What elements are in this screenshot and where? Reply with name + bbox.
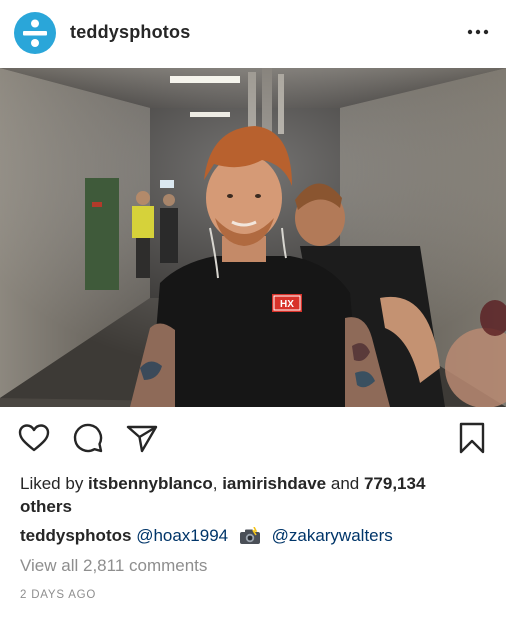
likes-and: and [326, 474, 364, 493]
comment-button[interactable] [70, 420, 106, 456]
view-all-comments-link[interactable]: View all 2,811 comments [20, 556, 207, 576]
caption-username[interactable]: teddysphotos [20, 526, 131, 545]
mention-link-1[interactable]: @hoax1994 [136, 526, 228, 545]
send-icon [126, 425, 158, 453]
post-caption: teddysphotos @hoax1994 @zakarywalters [20, 525, 490, 547]
heart-icon [18, 424, 50, 452]
post-photo[interactable]: HX [0, 68, 506, 407]
liker-link-1[interactable]: itsbennyblanco [88, 474, 213, 493]
bookmark-icon [459, 422, 485, 454]
likes-prefix: Liked by [20, 474, 89, 493]
comment-icon [73, 423, 103, 453]
share-button[interactable] [124, 420, 160, 456]
more-horizontal-icon [467, 29, 489, 35]
likes-count[interactable]: 779,134 [364, 474, 425, 493]
post-timestamp: 2 DAYS AGO [20, 589, 97, 601]
post-header: teddysphotos [0, 0, 506, 68]
avatar[interactable] [14, 12, 56, 54]
post-actions-bar [0, 418, 506, 460]
divide-symbol-icon [23, 19, 47, 47]
likes-others[interactable]: others [20, 497, 72, 516]
liker-link-2[interactable]: iamirishdave [222, 474, 326, 493]
shirt-logo-text: HX [280, 299, 294, 310]
likes-separator: , [212, 474, 223, 493]
like-button[interactable] [16, 420, 52, 456]
more-options-button[interactable] [466, 20, 490, 44]
post-username[interactable]: teddysphotos [70, 22, 190, 43]
camera-with-flash-emoji-icon [239, 527, 260, 544]
mention-link-2[interactable]: @zakarywalters [272, 526, 393, 545]
save-button[interactable] [454, 420, 490, 456]
likes-summary: Liked by itsbennyblanco, iamirishdave an… [20, 472, 490, 518]
